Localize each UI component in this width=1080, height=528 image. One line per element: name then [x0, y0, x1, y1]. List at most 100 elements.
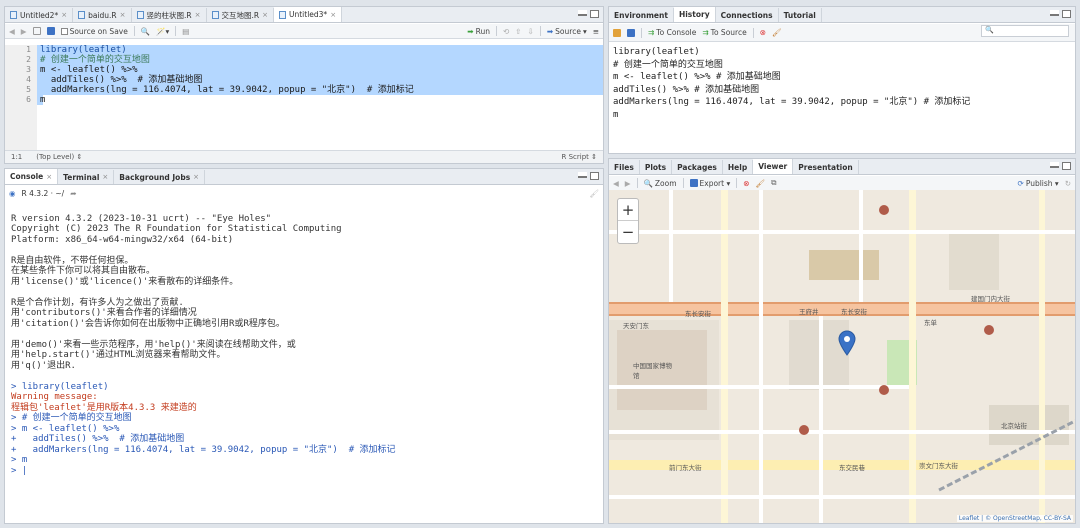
- tab-baidu[interactable]: baidu.R ×: [73, 8, 132, 22]
- to-console-button[interactable]: ⇉ To Console: [648, 28, 696, 37]
- run-arrow-icon: ➡: [467, 26, 474, 36]
- map-attribution[interactable]: Leaflet | © OpenStreetMap, CC-BY-SA: [956, 515, 1073, 522]
- tab-packages[interactable]: Packages: [672, 160, 723, 174]
- tab-background-jobs[interactable]: Background Jobs ×: [114, 170, 206, 184]
- clear-history-icon[interactable]: 🖌: [772, 28, 782, 37]
- tab-history[interactable]: History: [673, 7, 716, 22]
- go-down-icon[interactable]: ⇩: [528, 27, 534, 36]
- minimize-icon[interactable]: [1050, 10, 1059, 16]
- refresh-icon[interactable]: ↻: [1065, 179, 1071, 188]
- console-line: > library(leaflet): [11, 381, 109, 392]
- minimize-icon[interactable]: [578, 172, 587, 178]
- tab-bar-chart[interactable]: 竖的柱状图.R ×: [132, 8, 207, 22]
- zoom-button[interactable]: 🔍 Zoom: [644, 179, 677, 188]
- scope-selector[interactable]: (Top Level) ⇕: [36, 153, 82, 161]
- console-line: R是个合作计划，有许多人为之做出了贡献.: [11, 297, 184, 308]
- tab-environment[interactable]: Environment: [609, 8, 674, 22]
- tab-plots[interactable]: Plots: [640, 160, 673, 174]
- map-marker-icon[interactable]: [838, 330, 856, 356]
- minimize-icon[interactable]: [1050, 162, 1059, 168]
- chevron-down-icon[interactable]: ▾: [583, 27, 587, 36]
- working-directory[interactable]: R 4.3.2 · ~/: [22, 189, 65, 198]
- to-console-icon: ⇉: [648, 28, 655, 37]
- source-on-save-checkbox[interactable]: [60, 27, 68, 35]
- clear-viewer-icon[interactable]: 🖌: [756, 179, 766, 188]
- tab-presentation[interactable]: Presentation: [793, 160, 859, 174]
- maximize-icon[interactable]: [590, 172, 599, 180]
- tab-untitled2[interactable]: Untitled2* ×: [5, 8, 74, 22]
- publish-button[interactable]: ⟳ Publish ▾: [1018, 179, 1059, 188]
- history-entry[interactable]: m: [613, 109, 1071, 122]
- tab-connections[interactable]: Connections: [716, 8, 779, 22]
- export-icon: [689, 179, 698, 187]
- close-icon[interactable]: ×: [120, 11, 126, 19]
- filetype-selector[interactable]: R Script ⇕: [562, 153, 597, 161]
- forward-icon[interactable]: ▶: [21, 27, 27, 36]
- save-history-icon[interactable]: [627, 28, 635, 37]
- save-icon[interactable]: [46, 27, 55, 35]
- leaflet-map[interactable]: 东长安街 东长安街 建国门内大街 前门东大街 中国国家博物馆 东交民巷 北京站街…: [609, 190, 1075, 523]
- zoom-in-button[interactable]: +: [618, 199, 638, 221]
- show-in-window-icon[interactable]: ⧉: [771, 178, 776, 188]
- maximize-icon[interactable]: [1062, 162, 1071, 170]
- history-entry[interactable]: addTiles() %>% # 添加基础地图: [613, 84, 1071, 97]
- run-button[interactable]: ➡ Run: [467, 27, 490, 36]
- code-line[interactable]: addMarkers(lng = 116.4074, lat = 39.9042…: [37, 85, 603, 95]
- divider: [133, 26, 135, 36]
- code-tools-icon[interactable]: 🪄▾: [156, 27, 169, 36]
- tab-console[interactable]: Console ×: [5, 169, 59, 184]
- source-on-save[interactable]: Source on Save: [60, 27, 128, 36]
- history-search-input[interactable]: 🔍: [981, 25, 1069, 37]
- search-icon[interactable]: 🔍: [141, 27, 150, 36]
- console-line: 在某些条件下你可以将其自由散布。: [11, 266, 156, 276]
- forward-icon[interactable]: ▶: [625, 179, 631, 188]
- rerun-icon[interactable]: ⟲: [503, 27, 509, 36]
- remove-viewer-icon[interactable]: ⊗: [743, 179, 749, 188]
- close-icon[interactable]: ×: [193, 173, 199, 181]
- back-icon[interactable]: ◀: [9, 27, 15, 36]
- tab-tutorial[interactable]: Tutorial: [779, 8, 822, 22]
- code-line[interactable]: # 创建一个简单的交互地图: [37, 55, 603, 65]
- history-entry[interactable]: m <- leaflet() %>% # 添加基础地图: [613, 71, 1071, 84]
- history-entry[interactable]: library(leaflet): [613, 46, 1071, 59]
- viewer-toolbar: ◀ ▶ 🔍 Zoom Export ▾ ⊗ 🖌 ⧉ ⟳ Publish ▾ ↻: [609, 176, 1075, 191]
- load-history-icon[interactable]: [613, 28, 621, 37]
- to-source-button[interactable]: ⇉ To Source: [702, 28, 746, 37]
- code-area[interactable]: library(leaflet) # 创建一个简单的交互地图 m <- leaf…: [37, 45, 603, 105]
- back-icon[interactable]: ◀: [613, 179, 619, 188]
- code-editor[interactable]: 1 2 3 4 5 6 library(leaflet) # 创建一个简单的交互…: [5, 45, 603, 150]
- source-button[interactable]: ➡ Source ▾: [547, 27, 587, 36]
- code-line[interactable]: addTiles() %>% # 添加基础地图: [37, 75, 603, 85]
- history-entry[interactable]: addMarkers(lng = 116.4074, lat = 39.9042…: [613, 96, 1071, 109]
- history-entry[interactable]: # 创建一个简单的交互地图: [613, 59, 1071, 72]
- compile-report-icon[interactable]: ▤: [182, 27, 189, 36]
- zoom-out-button[interactable]: −: [618, 221, 638, 243]
- remove-entry-icon[interactable]: ⊗: [760, 28, 766, 37]
- close-icon[interactable]: ×: [330, 11, 336, 19]
- maximize-icon[interactable]: [590, 10, 599, 18]
- show-in-window-icon[interactable]: [32, 27, 41, 35]
- tab-interactive-map[interactable]: 交互地图.R ×: [207, 8, 274, 22]
- close-icon[interactable]: ×: [102, 173, 108, 181]
- tab-help[interactable]: Help: [723, 160, 754, 174]
- go-to-directory-icon[interactable]: ➦: [70, 189, 76, 198]
- tab-terminal[interactable]: Terminal ×: [58, 170, 115, 184]
- tab-untitled3[interactable]: Untitled3* ×: [273, 7, 343, 22]
- console-output[interactable]: R version 4.3.2 (2023-10-31 ucrt) -- "Ey…: [5, 201, 603, 523]
- close-icon[interactable]: ×: [262, 11, 268, 19]
- close-icon[interactable]: ×: [61, 11, 67, 19]
- code-line[interactable]: m <- leaflet() %>%: [37, 65, 603, 75]
- tab-viewer[interactable]: Viewer: [753, 159, 794, 174]
- code-line[interactable]: library(leaflet): [37, 45, 603, 55]
- clear-console-icon[interactable]: 🖌: [589, 189, 599, 198]
- code-line[interactable]: m: [37, 95, 45, 105]
- minimize-icon[interactable]: [578, 10, 587, 16]
- close-icon[interactable]: ×: [46, 173, 52, 181]
- close-icon[interactable]: ×: [195, 11, 201, 19]
- tab-files[interactable]: Files: [609, 160, 640, 174]
- go-up-icon[interactable]: ⇧: [515, 27, 521, 36]
- map-tiles[interactable]: [609, 190, 1075, 523]
- outline-icon[interactable]: ≡: [593, 27, 599, 36]
- export-button[interactable]: Export ▾: [689, 179, 730, 188]
- maximize-icon[interactable]: [1062, 10, 1071, 18]
